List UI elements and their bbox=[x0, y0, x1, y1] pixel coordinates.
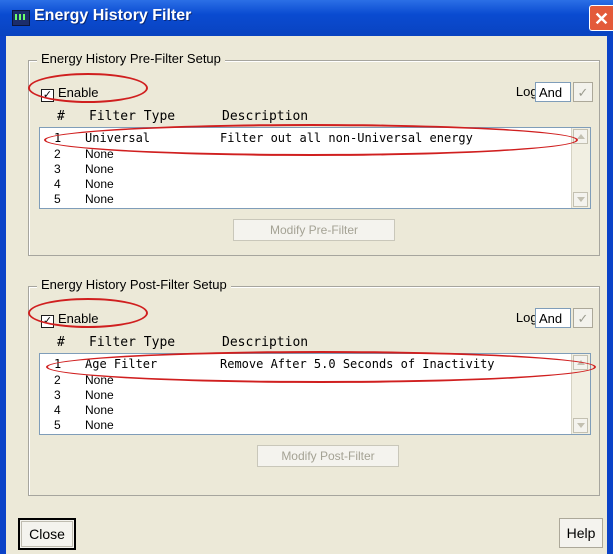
modify-post-filter-button[interactable]: Modify Post-Filter bbox=[257, 445, 399, 467]
pre-enable-checkbox[interactable]: ✓ Enable bbox=[41, 85, 98, 102]
post-col-num: # bbox=[57, 335, 65, 350]
row-num: 1 bbox=[54, 357, 62, 371]
row-desc: Filter out all non-Universal energy bbox=[220, 131, 473, 145]
row-type: Age Filter bbox=[85, 357, 158, 371]
row-type: None bbox=[85, 177, 114, 191]
scroll-up-icon[interactable] bbox=[573, 355, 588, 370]
post-filter-list[interactable]: 1 Age Filter Remove After 5.0 Seconds of… bbox=[39, 353, 591, 435]
post-enable-checkbox[interactable]: ✓ Enable bbox=[41, 311, 98, 328]
checkmark-icon[interactable]: ✓ bbox=[41, 315, 54, 328]
pre-list-scrollbar[interactable] bbox=[571, 128, 590, 208]
pre-col-desc: Description bbox=[222, 109, 309, 124]
close-button[interactable]: Close bbox=[18, 518, 76, 550]
pre-logic-dropdown-button[interactable]: ✓ bbox=[573, 82, 593, 102]
post-enable-label: Enable bbox=[58, 311, 99, 326]
post-list-scrollbar[interactable] bbox=[571, 354, 590, 434]
list-item[interactable]: 2 None bbox=[40, 372, 570, 388]
row-num: 2 bbox=[54, 373, 61, 387]
title-bar[interactable]: Energy History Filter ✕ bbox=[0, 0, 613, 36]
window-close-button[interactable]: ✕ bbox=[589, 5, 613, 31]
post-logic-dropdown-button[interactable]: ✓ bbox=[573, 308, 593, 328]
post-filter-legend: Energy History Post-Filter Setup bbox=[37, 277, 231, 292]
scroll-down-icon[interactable] bbox=[573, 192, 588, 207]
help-button[interactable]: Help bbox=[559, 518, 603, 548]
row-num: 5 bbox=[54, 418, 61, 432]
row-type: None bbox=[85, 147, 114, 161]
row-num: 5 bbox=[54, 192, 61, 206]
scroll-up-icon[interactable] bbox=[573, 129, 588, 144]
list-item[interactable]: 5 None bbox=[40, 191, 570, 207]
list-item[interactable]: 1 Universal Filter out all non-Universal… bbox=[40, 130, 570, 146]
window-title: Energy History Filter bbox=[34, 7, 192, 24]
pre-col-num: # bbox=[57, 109, 65, 124]
pre-logic-select[interactable]: And bbox=[535, 82, 571, 102]
list-item[interactable]: 3 None bbox=[40, 387, 570, 403]
list-item[interactable]: 2 None bbox=[40, 146, 570, 162]
row-type: None bbox=[85, 418, 114, 432]
row-type: None bbox=[85, 192, 114, 206]
row-type: Universal bbox=[85, 131, 151, 145]
post-col-desc: Description bbox=[222, 335, 309, 350]
row-num: 3 bbox=[54, 388, 61, 402]
modify-pre-filter-button[interactable]: Modify Pre-Filter bbox=[233, 219, 395, 241]
list-item[interactable]: 3 None bbox=[40, 161, 570, 177]
row-num: 2 bbox=[54, 147, 61, 161]
row-num: 3 bbox=[54, 162, 61, 176]
list-item[interactable]: 5 None bbox=[40, 417, 570, 433]
row-num: 4 bbox=[54, 177, 61, 191]
pre-col-type: Filter Type bbox=[89, 109, 176, 124]
pre-enable-label: Enable bbox=[58, 85, 99, 100]
post-filter-group: Energy History Post-Filter Setup ✓ Enable… bbox=[28, 277, 600, 496]
list-item[interactable]: 4 None bbox=[40, 402, 570, 418]
pre-filter-list[interactable]: 1 Universal Filter out all non-Universal… bbox=[39, 127, 591, 209]
row-num: 1 bbox=[54, 131, 62, 145]
app-icon bbox=[12, 10, 30, 26]
post-logic-select[interactable]: And bbox=[535, 308, 571, 328]
row-type: None bbox=[85, 162, 114, 176]
row-type: None bbox=[85, 403, 114, 417]
dialog-window: Energy History Filter ✕ Energy History P… bbox=[0, 0, 613, 554]
checkmark-icon[interactable]: ✓ bbox=[41, 89, 54, 102]
list-item[interactable]: 1 Age Filter Remove After 5.0 Seconds of… bbox=[40, 356, 570, 372]
row-desc: Remove After 5.0 Seconds of Inactivity bbox=[220, 357, 495, 371]
row-num: 4 bbox=[54, 403, 61, 417]
row-type: None bbox=[85, 388, 114, 402]
pre-filter-legend: Energy History Pre-Filter Setup bbox=[37, 51, 225, 66]
scroll-down-icon[interactable] bbox=[573, 418, 588, 433]
post-col-type: Filter Type bbox=[89, 335, 176, 350]
row-type: None bbox=[85, 373, 114, 387]
list-item[interactable]: 4 None bbox=[40, 176, 570, 192]
pre-filter-group: Energy History Pre-Filter Setup ✓ Enable … bbox=[28, 51, 600, 256]
